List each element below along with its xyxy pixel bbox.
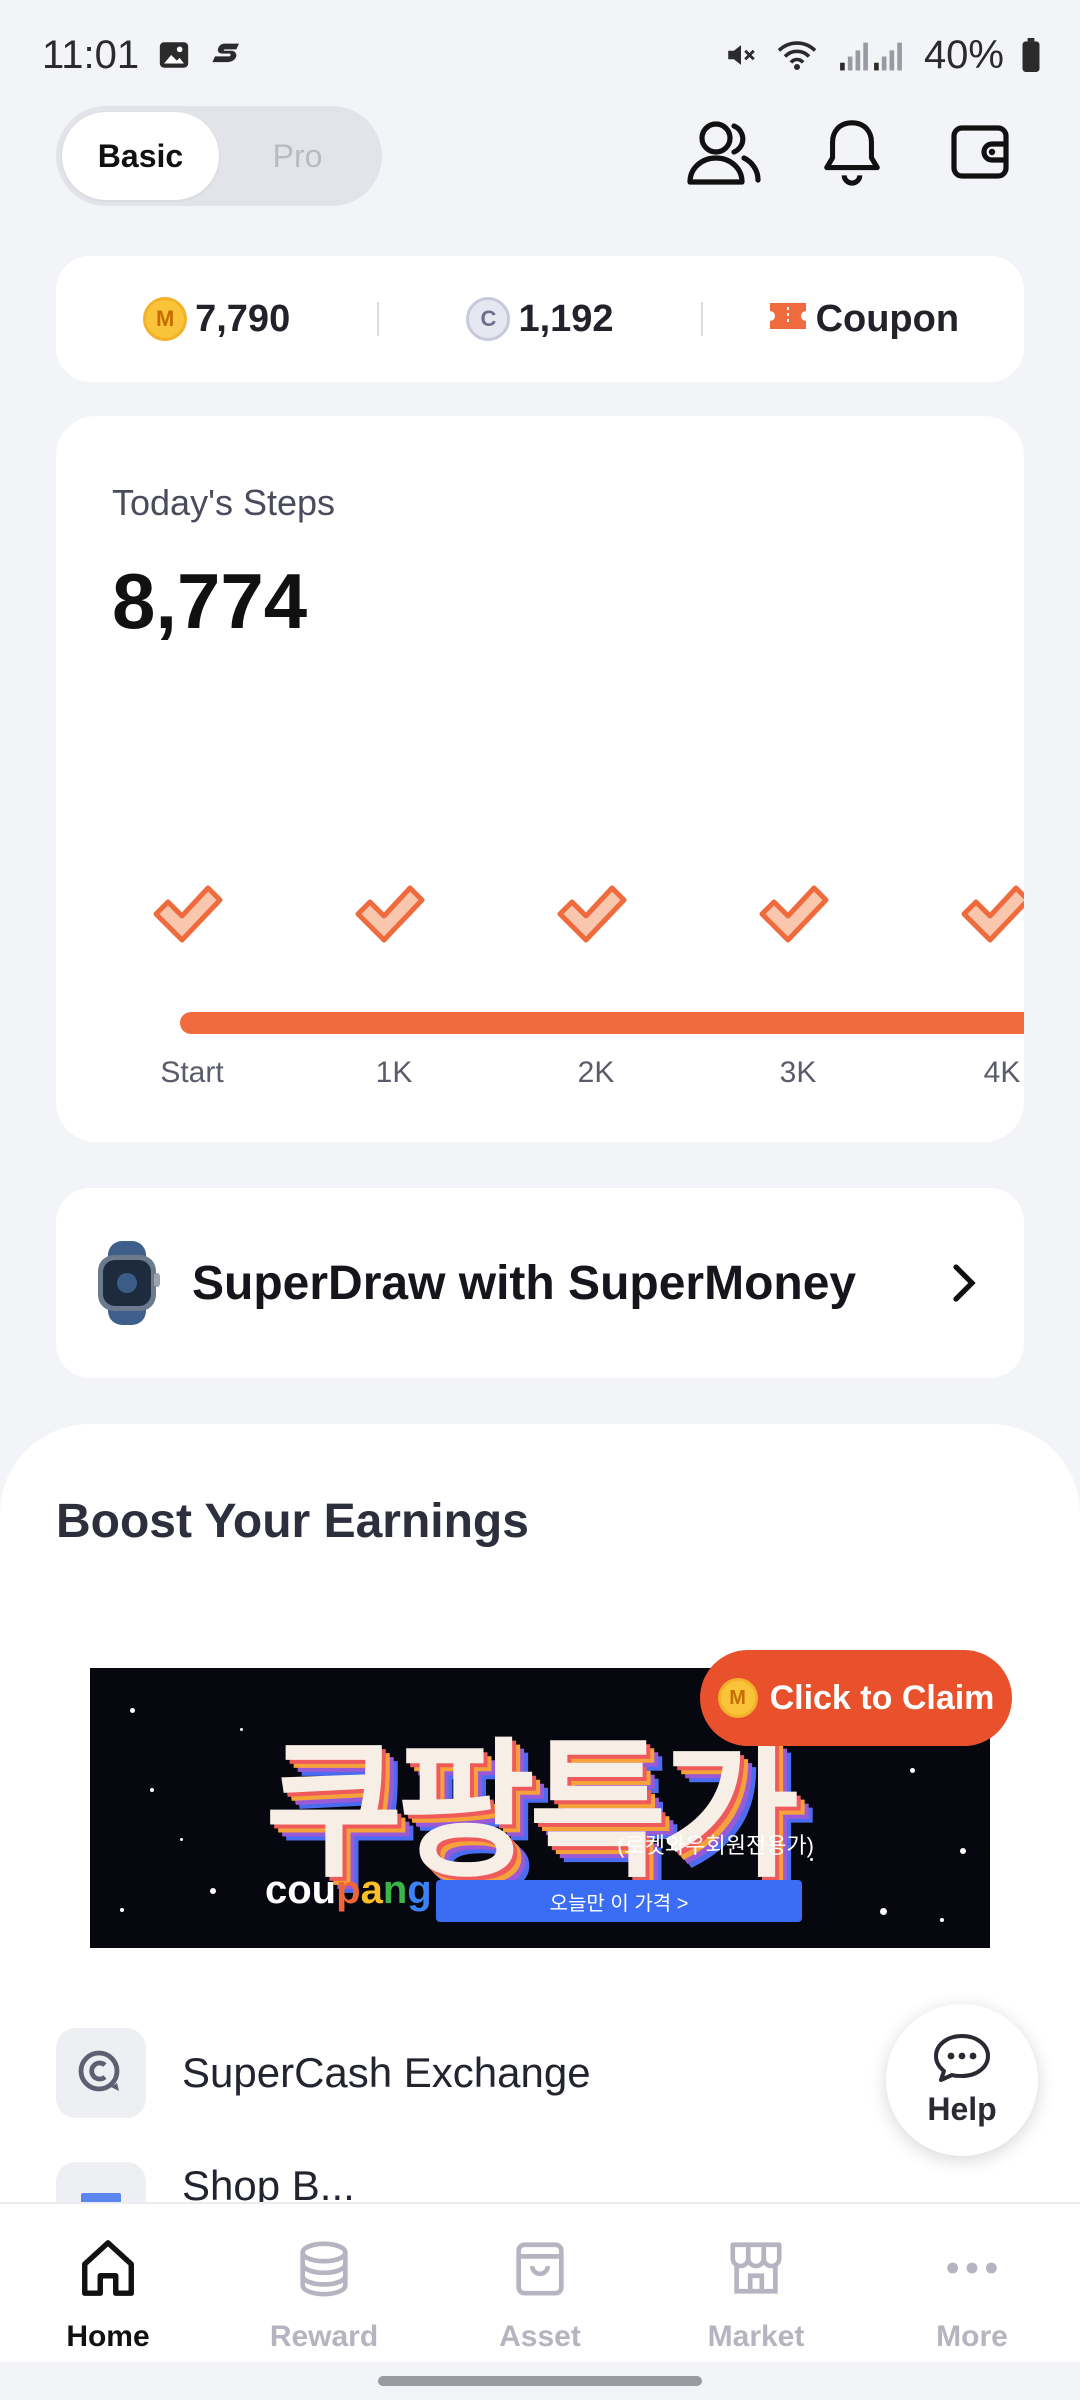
milestone-label: 1K bbox=[375, 1056, 413, 1089]
bell-icon[interactable] bbox=[812, 112, 892, 192]
balance-card: M 7,790 C 1,192 Coupon bbox=[56, 256, 1024, 382]
list-item-label: Shop B... bbox=[182, 2162, 355, 2202]
superdraw-card[interactable]: SuperDraw with SuperMoney bbox=[56, 1188, 1024, 1378]
nav-label: Asset bbox=[499, 2320, 581, 2353]
nav-label: Market bbox=[707, 2320, 805, 2353]
help-label: Help bbox=[927, 2091, 997, 2127]
smartwatch-icon bbox=[92, 1241, 162, 1325]
home-icon bbox=[70, 2230, 146, 2306]
coins-icon bbox=[286, 2230, 362, 2306]
coupon-label: Coupon bbox=[815, 297, 960, 340]
store-icon bbox=[718, 2230, 794, 2306]
wallet-icon[interactable] bbox=[940, 112, 1020, 192]
mode-pro[interactable]: Pro bbox=[219, 112, 376, 200]
milestone-label: 2K bbox=[577, 1056, 615, 1089]
gift-icon bbox=[56, 2162, 146, 2202]
banner-cta[interactable]: 오늘만 이 가격 > bbox=[436, 1880, 802, 1922]
signal-icon bbox=[836, 38, 906, 72]
claim-label: Click to Claim bbox=[769, 1678, 995, 1717]
bag-icon bbox=[502, 2230, 578, 2306]
milestone-label: Start bbox=[160, 1056, 224, 1089]
mode-basic[interactable]: Basic bbox=[62, 112, 219, 200]
wifi-icon bbox=[776, 38, 818, 72]
banner-subtitle: (로켓와우회원전용가) bbox=[617, 1833, 814, 1858]
nav-label: Reward bbox=[269, 2320, 379, 2353]
friends-icon[interactable] bbox=[684, 112, 764, 192]
bottom-navigation: Home Reward Asset Market More bbox=[0, 2202, 1080, 2362]
battery-percent: 40% bbox=[923, 32, 1004, 77]
nav-market[interactable]: Market bbox=[648, 2204, 864, 2362]
nav-label: More bbox=[936, 2320, 1008, 2353]
milestone-check-icon bbox=[956, 878, 1024, 948]
list-item-label: SuperCash Exchange bbox=[182, 2049, 591, 2096]
status-bar: 11:01 40% bbox=[0, 0, 1080, 110]
superdraw-title: SuperDraw with SuperMoney bbox=[192, 1256, 857, 1310]
boost-title: Boost Your Earnings bbox=[56, 1495, 529, 1548]
coupang-logo: coupang bbox=[265, 1868, 432, 1912]
chevron-right-icon bbox=[944, 1263, 984, 1303]
chat-bubble-icon bbox=[931, 2032, 993, 2089]
supercash-icon bbox=[56, 2028, 146, 2118]
top-actions bbox=[684, 112, 1020, 192]
help-button[interactable]: Help bbox=[886, 2004, 1038, 2156]
mute-icon bbox=[724, 38, 758, 72]
mode-toggle[interactable]: Basic Pro bbox=[56, 106, 382, 206]
milestone-check-icon bbox=[552, 878, 632, 948]
nav-more[interactable]: More bbox=[864, 2204, 1080, 2362]
list-item-supercash-exchange[interactable]: SuperCash Exchange bbox=[56, 2028, 1024, 2118]
nav-asset[interactable]: Asset bbox=[432, 2204, 648, 2362]
home-gesture-bar[interactable] bbox=[378, 2376, 702, 2386]
more-icon bbox=[934, 2230, 1010, 2306]
steps-card: Today's Steps 8,774 Start 1K 2K 3K 4K bbox=[56, 416, 1024, 1142]
c-coin-balance[interactable]: C 1,192 bbox=[379, 297, 700, 341]
s-app-icon bbox=[209, 38, 243, 72]
m-coin-icon: M bbox=[143, 297, 188, 341]
steps-progress-bar bbox=[180, 1012, 1024, 1034]
nav-reward[interactable]: Reward bbox=[216, 2204, 432, 2362]
steps-label: Today's Steps bbox=[112, 482, 335, 523]
milestone-check-icon bbox=[350, 878, 430, 948]
coupon-button[interactable]: Coupon bbox=[703, 298, 1024, 341]
milestone-label: 3K bbox=[779, 1056, 817, 1089]
click-to-claim-button[interactable]: M Click to Claim bbox=[700, 1650, 1012, 1746]
battery-icon bbox=[1022, 38, 1040, 72]
gallery-icon bbox=[157, 38, 191, 72]
m-coin-balance[interactable]: M 7,790 bbox=[56, 297, 377, 341]
status-time: 11:01 bbox=[42, 32, 140, 77]
c-coin-value: 1,192 bbox=[518, 297, 614, 340]
c-coin-icon: C bbox=[466, 297, 511, 341]
m-coin-value: 7,790 bbox=[195, 297, 291, 340]
list-item-shop[interactable]: Shop B... bbox=[56, 2162, 1024, 2202]
ticket-icon bbox=[768, 298, 808, 341]
steps-count: 8,774 bbox=[112, 557, 308, 645]
milestone-check-icon bbox=[148, 878, 228, 948]
nav-home[interactable]: Home bbox=[0, 2204, 216, 2362]
milestone-label: 4K bbox=[983, 1056, 1021, 1089]
milestone-check-icon bbox=[754, 878, 834, 948]
nav-label: Home bbox=[66, 2320, 150, 2353]
m-coin-icon: M bbox=[717, 1678, 758, 1718]
